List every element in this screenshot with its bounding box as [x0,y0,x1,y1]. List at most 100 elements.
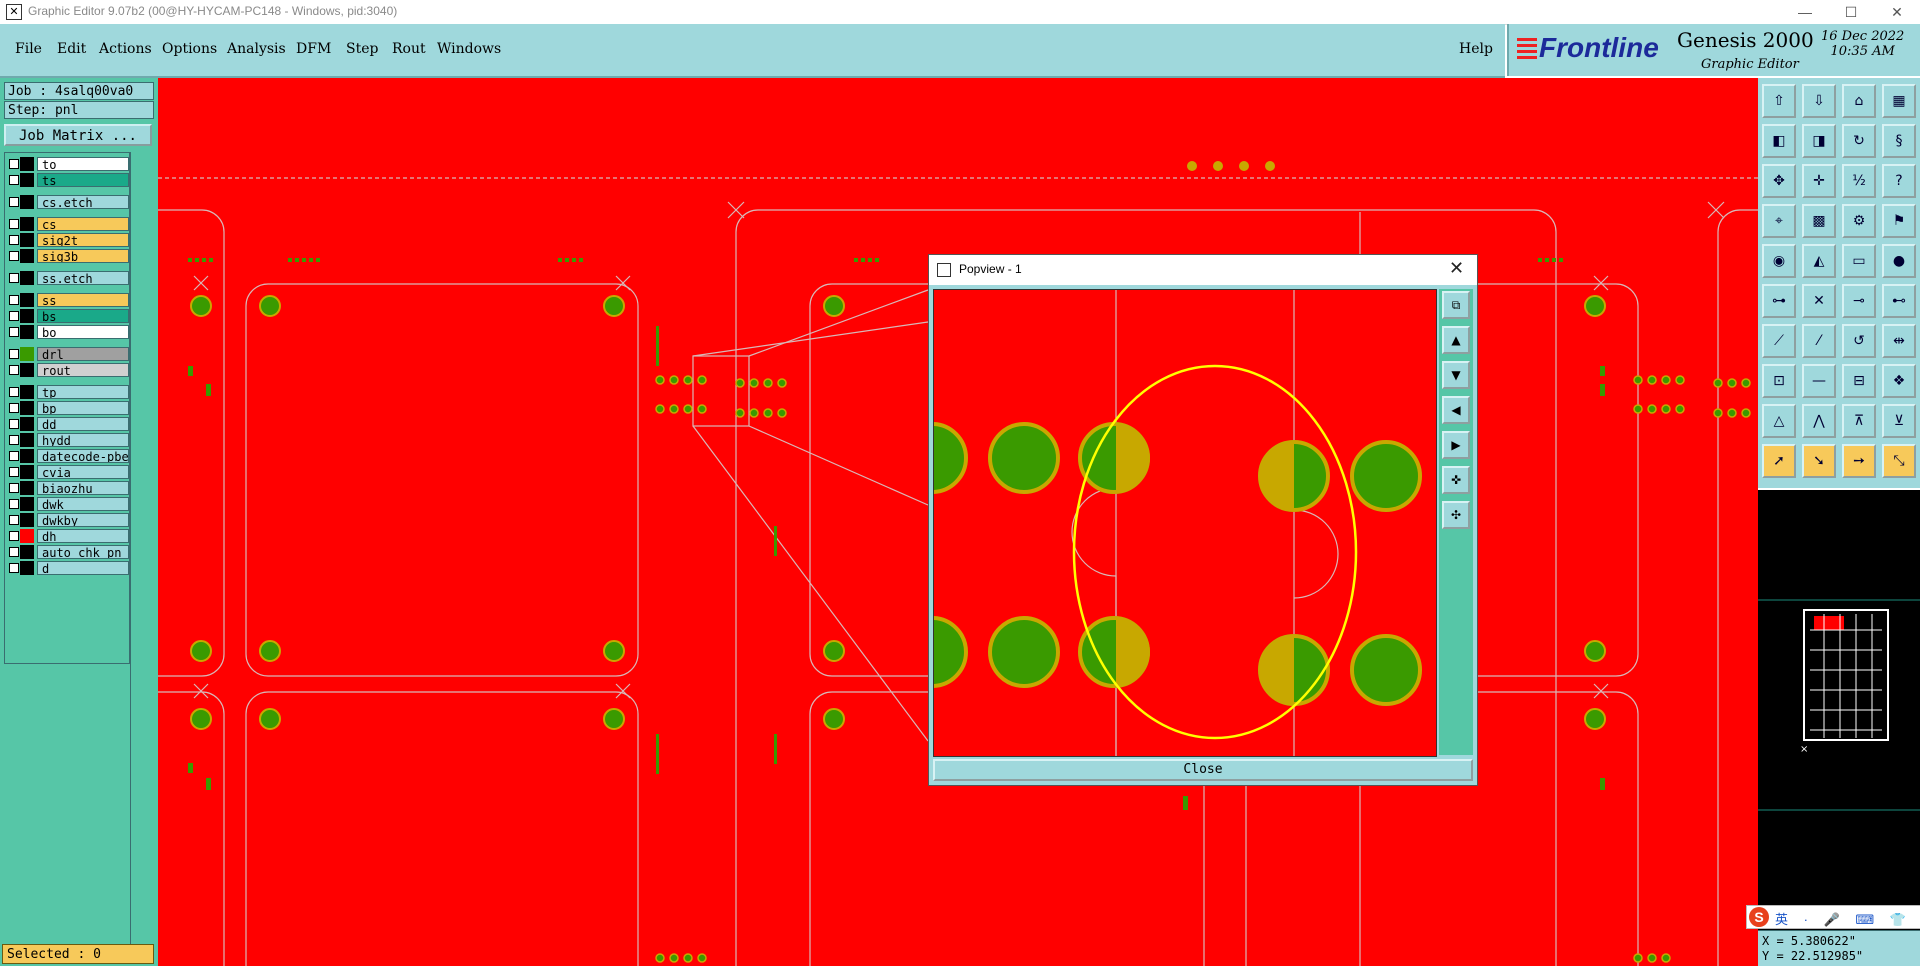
tool-snap-icon[interactable]: § [1882,124,1916,158]
tool-triangle-icon[interactable]: △ [1762,404,1796,438]
layer-checkbox[interactable] [9,451,19,461]
tool-bridge-icon[interactable]: ⊼ [1842,404,1876,438]
layer-row-auto_chk_pn[interactable]: auto_chk_pn [7,545,129,559]
layer-checkbox[interactable] [9,159,19,169]
layer-color-swatch[interactable] [20,513,34,527]
layer-name[interactable]: ss [37,293,129,307]
tool-split-icon[interactable]: ⇹ [1882,324,1916,358]
layer-row-ts[interactable]: ts [7,173,129,187]
menu-edit[interactable]: Edit [57,41,86,57]
layer-color-swatch[interactable] [20,233,34,247]
tool-cross-icon[interactable]: ✕ [1802,284,1836,318]
layer-row-cs[interactable]: cs [7,217,129,231]
layer-name[interactable]: biaozhu [37,481,129,495]
layer-checkbox[interactable] [9,435,19,445]
layer-row-ss.etch[interactable]: ss.etch [7,271,129,285]
popview-close-button[interactable]: Close [933,759,1473,781]
layer-checkbox[interactable] [9,349,19,359]
layer-row-rout[interactable]: rout [7,363,129,377]
layer-color-swatch[interactable] [20,271,34,285]
layer-checkbox[interactable] [9,365,19,375]
ime-status-icons[interactable]: 英 · 🎤 ⌨ 👕 ⊞ [1775,909,1920,928]
popview-pan-up-icon[interactable]: ▲ [1442,326,1470,354]
popview-zoom-fit-icon[interactable]: ⧉ [1442,291,1470,319]
layer-name[interactable]: ss.etch [37,271,129,285]
popview-zoom-in-icon[interactable]: ✜ [1442,466,1470,494]
layer-name[interactable]: tp [37,385,129,399]
layer-checkbox[interactable] [9,403,19,413]
popview-zoom-out-icon[interactable]: ✣ [1442,501,1470,529]
popview-pan-down-icon[interactable]: ▼ [1442,361,1470,389]
layer-checkbox[interactable] [9,387,19,397]
layer-color-swatch[interactable] [20,545,34,559]
menu-analysis[interactable]: Analysis [227,41,286,57]
layer-row-cs.etch[interactable]: cs.etch [7,195,129,209]
popview-zoomed-view[interactable] [933,289,1437,757]
tool-scale-icon[interactable]: ½ [1842,164,1876,198]
overview-pane[interactable]: × [1758,490,1920,966]
layer-name[interactable]: cvia [37,465,129,479]
layer-name[interactable]: ts [37,173,129,187]
tool-help-icon[interactable]: ? [1882,164,1916,198]
job-matrix-button[interactable]: Job Matrix ... [4,124,152,146]
layer-color-swatch[interactable] [20,401,34,415]
layer-name[interactable]: d [37,561,129,575]
tool-target-icon[interactable]: ⌖ [1762,204,1796,238]
layer-color-swatch[interactable] [20,497,34,511]
layer-checkbox[interactable] [9,515,19,525]
layer-row-bp[interactable]: bp [7,401,129,415]
layer-color-swatch[interactable] [20,173,34,187]
layer-row-biaozhu[interactable]: biaozhu [7,481,129,495]
tool-dash-icon[interactable]: — [1802,364,1836,398]
layer-row-d[interactable]: d [7,561,129,575]
layer-name[interactable]: dwk [37,497,129,511]
layer-checkbox[interactable] [9,531,19,541]
layer-color-swatch[interactable] [20,417,34,431]
layer-checkbox[interactable] [9,197,19,207]
layer-row-cvia[interactable]: cvia [7,465,129,479]
tool-zoom-fit-icon[interactable]: ✥ [1762,164,1796,198]
tool-arc-icon[interactable]: ↺ [1842,324,1876,358]
tool-mesh-icon[interactable]: ▩ [1802,204,1836,238]
layer-color-swatch[interactable] [20,481,34,495]
layer-checkbox[interactable] [9,327,19,337]
popview-window[interactable]: Popview - 1 ✕ ⧉ ▲ ▼ ◀ ▶ ✜ ✣ Close [928,254,1478,786]
popview-title-bar[interactable]: Popview - 1 ✕ [929,255,1477,285]
tool-link-icon[interactable]: ⊷ [1882,284,1916,318]
layer-checkbox[interactable] [9,547,19,557]
tool-select-icon[interactable]: ➚ [1762,444,1796,478]
ime-toolbar[interactable]: S 英 · 🎤 ⌨ 👕 ⊞ [1746,905,1920,929]
layer-checkbox[interactable] [9,273,19,283]
layer-color-swatch[interactable] [20,157,34,171]
tool-connect-icon[interactable]: ⊶ [1762,284,1796,318]
layer-color-swatch[interactable] [20,561,34,575]
layer-color-swatch[interactable] [20,347,34,361]
tool-pad-icon[interactable]: ◉ [1762,244,1796,278]
tool-dot-icon[interactable]: ● [1882,244,1916,278]
layer-checkbox[interactable] [9,235,19,245]
layer-name[interactable]: datecode-pbe [37,449,129,463]
layer-color-swatch[interactable] [20,433,34,447]
popview-pan-left-icon[interactable]: ◀ [1442,396,1470,424]
layer-row-tp[interactable]: tp [7,385,129,399]
menu-dfm[interactable]: DFM [296,41,331,57]
layer-row-dwk[interactable]: dwk [7,497,129,511]
tool-rotate-icon[interactable]: ↻ [1842,124,1876,158]
layer-row-drl[interactable]: drl [7,347,129,361]
layer-name[interactable]: bp [37,401,129,415]
layer-color-swatch[interactable] [20,449,34,463]
layer-row-dwkby[interactable]: dwkby [7,513,129,527]
layer-color-swatch[interactable] [20,309,34,323]
tool-grid-icon[interactable]: ▦ [1882,84,1916,118]
layer-color-swatch[interactable] [20,325,34,339]
layer-row-to[interactable]: to [7,157,129,171]
layer-name[interactable]: sig2t [37,233,129,247]
layer-color-swatch[interactable] [20,249,34,263]
popview-close-icon[interactable]: ✕ [1449,258,1464,279]
layer-checkbox[interactable] [9,499,19,509]
layer-checkbox[interactable] [9,295,19,305]
layer-color-swatch[interactable] [20,293,34,307]
layer-color-swatch[interactable] [20,217,34,231]
layer-checkbox[interactable] [9,563,19,573]
menu-actions[interactable]: Actions [99,41,152,57]
